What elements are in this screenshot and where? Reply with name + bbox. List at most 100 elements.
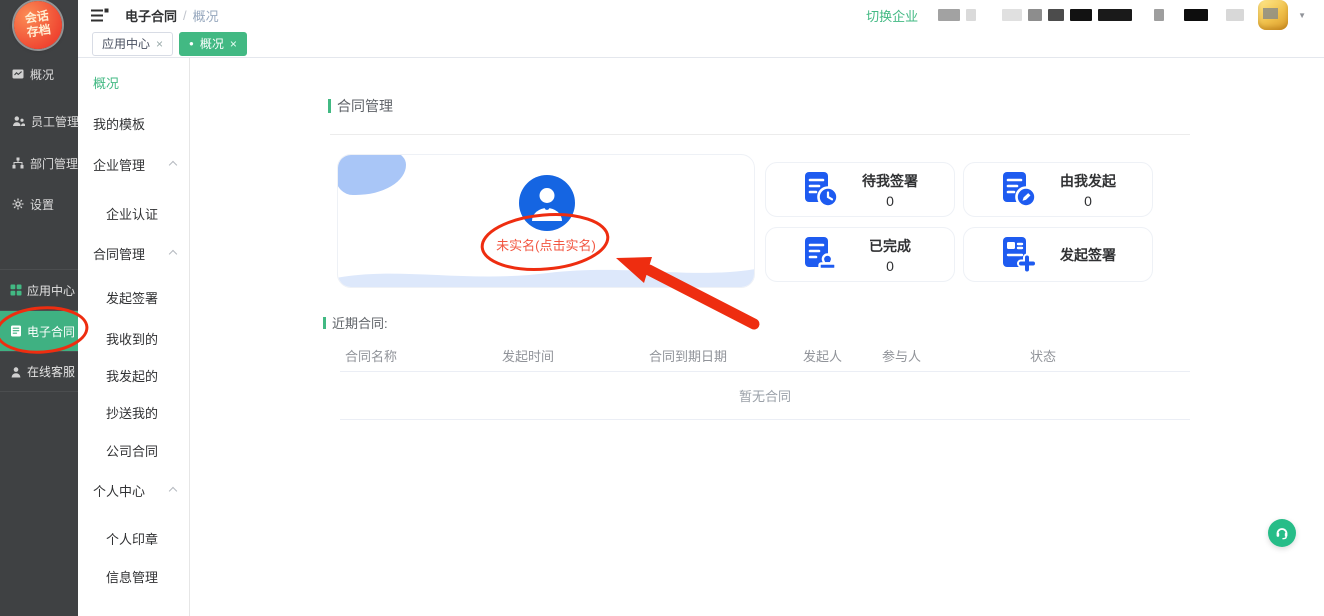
rail-item-app-center[interactable]: 应用中心	[0, 269, 78, 310]
sidebar-item-label: 个人印章	[106, 529, 158, 548]
divider	[340, 419, 1190, 420]
redacted-text	[938, 9, 960, 21]
close-icon[interactable]: ×	[230, 37, 237, 51]
redacted-text	[1226, 9, 1244, 21]
rail-item-label: 设置	[30, 196, 54, 213]
sidebar-item-overview[interactable]: 概况	[78, 73, 190, 91]
chevron-up-icon	[169, 487, 177, 495]
contract-stats: 待我签署 0 由我发起 0	[765, 162, 1153, 282]
collapse-menu-icon[interactable]	[90, 8, 109, 23]
section-title: 近期合同:	[332, 313, 388, 332]
logo-line2: 存档	[26, 23, 52, 40]
column-header: 状态	[1030, 346, 1190, 365]
sidebar-item-personal-seal[interactable]: 个人印章	[78, 529, 190, 547]
sidebar-item-enterprise-auth[interactable]: 企业认证	[78, 204, 190, 222]
verify-identity-link[interactable]: 未实名(点击实名)	[338, 235, 754, 254]
sidebar-item-contract-mgmt[interactable]: 合同管理	[78, 244, 190, 262]
doc-clock-icon	[799, 169, 841, 211]
sidebar-item-label: 我的模板	[93, 114, 145, 133]
stat-card-initiated-by-me[interactable]: 由我发起 0	[963, 162, 1153, 217]
stat-card-initiate-signing[interactable]: 发起签署	[963, 227, 1153, 282]
sidebar-item-label: 抄送我的	[106, 403, 158, 422]
stat-label: 由我发起	[1060, 171, 1116, 191]
column-header: 发起人	[803, 346, 882, 365]
departments-icon	[12, 157, 24, 169]
sidebar-item-label: 企业认证	[106, 204, 158, 223]
rail-item-e-contract[interactable]: 电子合同	[0, 310, 78, 351]
sidebar-item-label: 发起签署	[106, 288, 158, 307]
tab-app-center[interactable]: 应用中心 ×	[92, 32, 173, 56]
column-header: 发起时间	[502, 346, 649, 365]
redacted-text	[966, 9, 976, 21]
user-avatar-icon[interactable]	[519, 175, 575, 231]
sidebar-item-label: 我收到的	[106, 329, 158, 348]
person-icon	[10, 366, 22, 378]
sidebar-item-info-mgmt[interactable]: 信息管理	[78, 567, 190, 585]
redacted-text	[1263, 8, 1278, 19]
decor-blob	[337, 154, 406, 195]
rail-item-label: 应用中心	[27, 282, 75, 299]
topbar: 电子合同 / 概况 切换企业 ▼	[78, 0, 1324, 30]
sidebar-item-label: 信息管理	[106, 567, 158, 586]
breadcrumb-separator: /	[183, 8, 187, 23]
redacted-text	[1048, 9, 1064, 21]
tab-label: 概况	[200, 35, 224, 52]
stat-card-completed[interactable]: 已完成 0	[765, 227, 955, 282]
redacted-text	[1028, 9, 1042, 21]
sidebar-item-personal-center[interactable]: 个人中心	[78, 481, 190, 499]
sidebar-item-enterprise-mgmt[interactable]: 企业管理	[78, 155, 190, 173]
user-avatar[interactable]	[1258, 0, 1288, 30]
sidebar-item-company-contracts[interactable]: 公司合同	[78, 441, 190, 459]
sidebar-item-label: 个人中心	[93, 481, 145, 500]
empty-state-text: 暂无合同	[340, 386, 1190, 405]
secondary-sidebar: 概况 我的模板 企业管理 企业认证 合同管理 发起签署 我收到的 我发起的 抄送…	[78, 58, 190, 616]
column-header: 合同到期日期	[649, 346, 803, 365]
caret-down-icon[interactable]: ▼	[1298, 11, 1306, 20]
section-recent-contracts: 近期合同:	[323, 313, 388, 332]
identity-card: 未实名(点击实名)	[337, 154, 755, 288]
close-icon[interactable]: ×	[156, 37, 163, 51]
overview-icon	[12, 68, 24, 80]
apps-grid-icon	[10, 284, 22, 296]
column-header: 参与人	[882, 346, 1030, 365]
doc-plus-icon	[997, 234, 1039, 276]
rail-item-departments[interactable]: 部门管理	[0, 153, 78, 173]
breadcrumb-current: 概况	[193, 6, 219, 25]
doc-stamp-icon	[799, 234, 841, 276]
sidebar-item-my-templates[interactable]: 我的模板	[78, 114, 190, 132]
switch-company-link[interactable]: 切换企业	[866, 6, 918, 25]
stat-card-awaiting-my-signature[interactable]: 待我签署 0	[765, 162, 955, 217]
rail-item-online-support[interactable]: 在线客服	[0, 351, 78, 392]
section-accent-bar	[328, 99, 331, 113]
redacted-text	[1070, 9, 1092, 21]
customer-service-button[interactable]	[1268, 519, 1296, 547]
breadcrumb-app[interactable]: 电子合同	[125, 6, 177, 25]
sidebar-item-received[interactable]: 我收到的	[78, 329, 190, 347]
chevron-up-icon	[169, 250, 177, 258]
section-accent-bar	[323, 317, 326, 329]
rail-item-label: 在线客服	[27, 363, 75, 380]
headset-icon	[1274, 525, 1290, 541]
sidebar-item-label: 我发起的	[106, 366, 158, 385]
breadcrumb: 电子合同 / 概况	[125, 6, 219, 25]
rail-item-overview[interactable]: 概况	[0, 64, 78, 84]
tab-overview[interactable]: ● 概况 ×	[179, 32, 247, 56]
stat-label: 已完成	[869, 236, 911, 256]
stat-label: 待我签署	[862, 171, 918, 191]
rail-item-employees[interactable]: 员工管理	[0, 111, 78, 131]
sidebar-item-label: 公司合同	[106, 441, 158, 460]
divider	[330, 134, 1190, 135]
rail-item-label: 员工管理	[31, 113, 79, 130]
rail-item-settings[interactable]: 设置	[0, 194, 78, 214]
sidebar-item-label: 企业管理	[93, 155, 145, 174]
main-content: 合同管理 未实名(点击实名) 待我签署 0	[190, 58, 1324, 616]
gear-icon	[12, 198, 24, 210]
chevron-up-icon	[169, 161, 177, 169]
sidebar-item-initiated[interactable]: 我发起的	[78, 366, 190, 384]
rail-item-label: 概况	[30, 66, 54, 83]
divider	[340, 371, 1190, 372]
sidebar-item-cc-me[interactable]: 抄送我的	[78, 403, 190, 421]
sidebar-item-initiate-sign[interactable]: 发起签署	[78, 288, 190, 306]
stat-value: 0	[886, 193, 894, 209]
decor-wave	[338, 259, 754, 287]
